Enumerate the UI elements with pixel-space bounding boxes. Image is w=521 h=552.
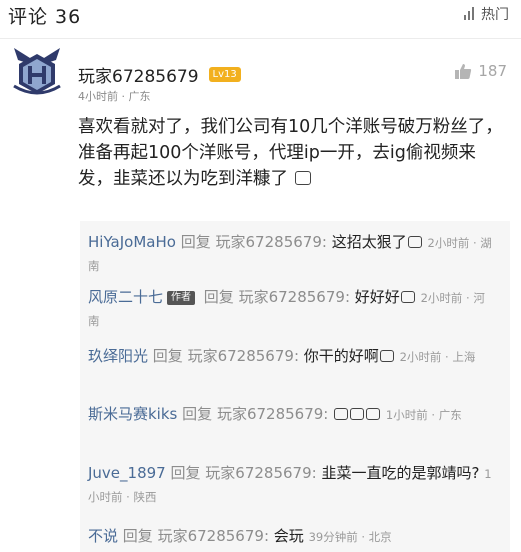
reply-word: 回复 — [170, 464, 201, 482]
reply-target[interactable]: 玩家67285679: — [188, 347, 299, 365]
like-button[interactable]: 187 — [454, 62, 507, 80]
sort-hot-button[interactable]: 热门 — [463, 4, 509, 24]
avatar[interactable]: YG4.2024 — [8, 44, 66, 102]
header-divider — [0, 38, 521, 39]
reply-word: 回复 — [182, 405, 213, 423]
reply-text: 你干的好啊 — [303, 347, 379, 365]
comment-author-row: 玩家67285679 Lv13 — [78, 62, 241, 87]
reply-target[interactable]: 玩家67285679: — [239, 288, 350, 306]
reply-item[interactable]: 风原二十七 作者 回复 玩家67285679: 好好好 2小时前 · 河南 — [88, 286, 496, 332]
emoji-icon — [407, 236, 422, 248]
reply-target[interactable]: 玩家67285679: — [205, 464, 316, 482]
reply-target[interactable]: 玩家67285679: — [158, 527, 269, 545]
replies-panel: HiYaJoMaHo 回复 玩家67285679: 这招太狠了 2小时前 · 湖… — [80, 221, 510, 552]
reply-item[interactable]: 不说 回复 玩家67285679: 会玩 39分钟前 · 北京 — [88, 525, 496, 548]
emoji-icon — [294, 171, 311, 185]
comment-meta: 4小时前 · 广东 — [78, 90, 151, 103]
thumbs-up-icon — [455, 63, 472, 79]
emoji-icon — [350, 408, 365, 420]
reply-author[interactable]: Juve_1897 — [88, 464, 166, 482]
sort-hot-label: 热门 — [481, 7, 509, 23]
reply-word: 回复 — [122, 527, 153, 545]
avatar-caption: YG4.2024 — [22, 47, 52, 54]
sort-bars-icon — [463, 7, 477, 21]
reply-meta: 2小时前 · 上海 — [399, 350, 476, 364]
reply-author[interactable]: 斯米马赛kiks — [88, 405, 177, 423]
reply-item[interactable]: 玖绎阳光 回复 玩家67285679: 你干的好啊 2小时前 · 上海 — [88, 345, 496, 368]
reply-item[interactable]: 斯米马赛kiks 回复 玩家67285679: 1小时前 · 广东 — [88, 403, 496, 426]
emoji-icon — [400, 291, 415, 303]
reply-text: 好好好 — [354, 288, 400, 306]
reply-author[interactable]: 风原二十七 — [88, 288, 163, 306]
reply-text: 韭菜一直吃的是郭靖吗? — [321, 464, 480, 482]
reply-text: 会玩 — [273, 527, 304, 545]
reply-item[interactable]: Juve_1897 回复 玩家67285679: 韭菜一直吃的是郭靖吗? 1小时… — [88, 462, 496, 508]
emoji-icon — [379, 350, 394, 362]
level-badge: Lv13 — [208, 67, 241, 82]
reply-target[interactable]: 玩家67285679: — [216, 233, 327, 251]
reply-author[interactable]: HiYaJoMaHo — [88, 233, 176, 251]
reply-item[interactable]: HiYaJoMaHo 回复 玩家67285679: 这招太狠了 2小时前 · 湖… — [88, 231, 496, 277]
reply-meta: 1小时前 · 广东 — [385, 408, 462, 422]
emoji-icon — [366, 408, 381, 420]
comments-header: 评论 36 热门 — [0, 0, 521, 30]
comment-author-name[interactable]: 玩家67285679 — [78, 62, 199, 87]
reply-author[interactable]: 不说 — [88, 527, 118, 545]
reply-author[interactable]: 玖绎阳光 — [88, 347, 148, 365]
author-tag-badge: 作者 — [167, 291, 196, 305]
comment-body: 喜欢看就对了，我们公司有10几个洋账号破万粉丝了，准备再起100个洋账号，代理i… — [78, 114, 508, 192]
comments-title: 评论 36 — [8, 6, 82, 28]
reply-target[interactable]: 玩家67285679: — [217, 405, 328, 423]
reply-text: 这招太狠了 — [331, 233, 407, 251]
like-count: 187 — [478, 62, 507, 80]
comment-text: 喜欢看就对了，我们公司有10几个洋账号破万粉丝了，准备再起100个洋账号，代理i… — [78, 117, 503, 189]
reply-word: 回复 — [180, 233, 211, 251]
reply-word: 回复 — [152, 347, 183, 365]
reply-meta: 39分钟前 · 北京 — [308, 530, 392, 544]
emoji-icon — [334, 408, 349, 420]
reply-word: 回复 — [203, 288, 234, 306]
